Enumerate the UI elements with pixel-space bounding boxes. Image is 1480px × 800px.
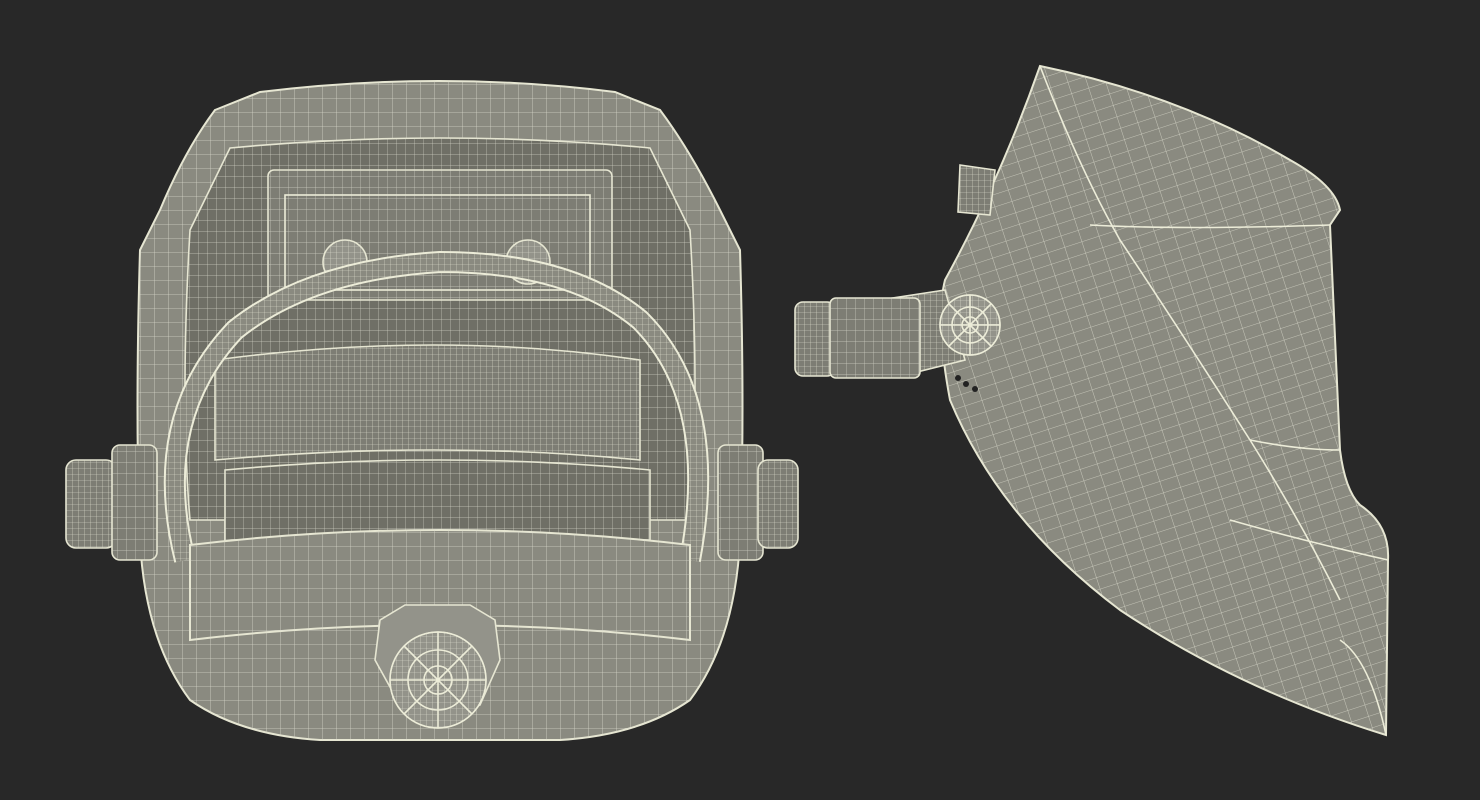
helmet-side-view — [794, 64, 1390, 737]
adjust-hole — [972, 386, 978, 392]
adjust-hole — [963, 381, 969, 387]
wireframe-render-canvas — [65, 64, 1390, 741]
pivot-gear-icon — [939, 294, 1001, 356]
adjust-hole — [955, 375, 961, 381]
helmet-back-view — [65, 80, 799, 741]
